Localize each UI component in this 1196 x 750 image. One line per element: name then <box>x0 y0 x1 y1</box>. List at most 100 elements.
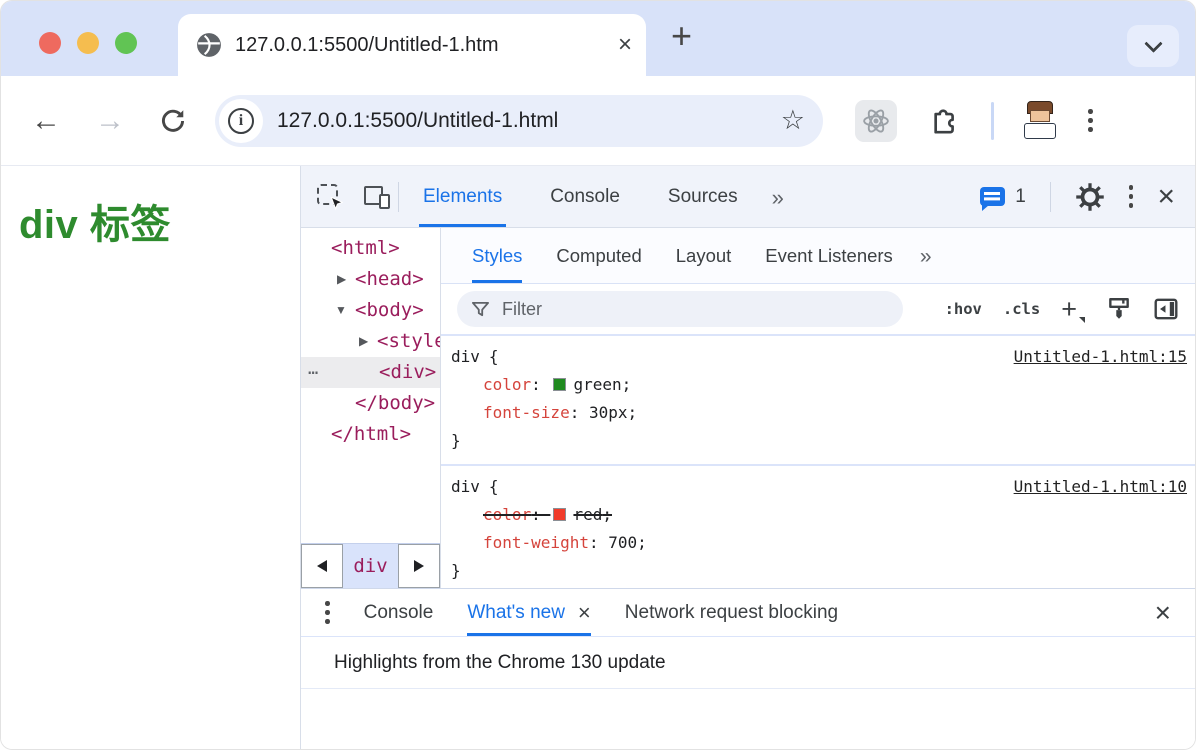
url-text[interactable]: 127.0.0.1:5500/Untitled-1.html <box>277 109 781 133</box>
node-options-icon[interactable]: … <box>308 354 319 385</box>
react-devtools-extension-button[interactable] <box>855 100 897 142</box>
minimize-window-button[interactable] <box>77 32 99 54</box>
toolbar-divider <box>991 102 994 140</box>
tree-node-body-close[interactable]: </body> <box>301 388 440 419</box>
topbar-divider <box>398 182 399 212</box>
message-bubble-icon <box>980 187 1005 206</box>
drawer-tab-close-icon[interactable]: × <box>578 602 591 624</box>
dom-tree-panel: <html> ▶ <head> ▼ <body> ▶ <style> <box>301 228 441 588</box>
styles-toolbar: Filter :hov .cls + <box>441 284 1195 336</box>
drawer-tab-whats-new[interactable]: What's new × <box>467 589 590 636</box>
browser-toolbar: ← → i 127.0.0.1:5500/Untitled-1.html ☆ <box>1 76 1195 166</box>
breadcrumb-bar: div <box>301 543 440 588</box>
profile-avatar[interactable] <box>1022 101 1058 141</box>
address-bar[interactable]: i 127.0.0.1:5500/Untitled-1.html ☆ <box>215 95 823 147</box>
drawer-tab-network-request-blocking[interactable]: Network request blocking <box>625 589 838 636</box>
tree-node-html-close[interactable]: </html> <box>301 419 440 450</box>
collapsed-arrow-icon[interactable]: ▶ <box>337 264 346 295</box>
reload-button[interactable] <box>159 107 187 135</box>
devtools-close-icon[interactable]: × <box>1157 182 1175 212</box>
topbar-divider-2 <box>1050 182 1051 212</box>
tab-computed[interactable]: Computed <box>556 228 641 283</box>
page-heading: div 标签 <box>19 192 300 250</box>
tab-title: 127.0.0.1:5500/Untitled-1.htm <box>235 34 612 57</box>
puzzle-icon <box>929 105 961 137</box>
declaration-color-green[interactable]: color: green; <box>451 371 1187 399</box>
drawer-separator <box>301 688 1195 689</box>
device-toolbar-button[interactable] <box>364 185 390 209</box>
avatar-face <box>1030 110 1050 122</box>
site-info-button[interactable]: i <box>219 99 263 143</box>
styles-panel: Styles Computed Layout Event Listeners »… <box>441 228 1195 588</box>
browser-window: 127.0.0.1:5500/Untitled-1.htm × + ← → i … <box>0 0 1196 750</box>
tab-event-listeners[interactable]: Event Listeners <box>765 228 893 283</box>
tab-styles[interactable]: Styles <box>472 228 522 283</box>
color-swatch-green[interactable] <box>553 378 566 391</box>
expanded-arrow-icon[interactable]: ▼ <box>335 295 347 326</box>
drawer-menu-button[interactable] <box>325 601 330 624</box>
styles-tabbar: Styles Computed Layout Event Listeners » <box>441 228 1195 284</box>
back-button[interactable]: ← <box>31 106 61 136</box>
source-link[interactable]: Untitled-1.html:15 <box>1014 343 1187 371</box>
collapsed-arrow-icon[interactable]: ▶ <box>359 326 368 357</box>
toggle-hover-state-button[interactable]: :hov <box>945 300 982 318</box>
drawer-close-icon[interactable]: × <box>1155 599 1171 627</box>
maximize-window-button[interactable] <box>115 32 137 54</box>
more-tabs-button[interactable]: » <box>772 166 784 227</box>
tree-node-style[interactable]: ▶ <style> <box>301 326 440 357</box>
dock-sidebar-icon[interactable] <box>1153 296 1179 322</box>
tree-node-head[interactable]: ▶ <head> <box>301 264 440 295</box>
breadcrumb-scroll-right-button[interactable] <box>398 544 440 588</box>
tab-console[interactable]: Console <box>546 166 624 227</box>
chevron-down-icon <box>1144 34 1162 52</box>
rendering-brush-icon[interactable] <box>1106 296 1132 322</box>
tab-strip: 127.0.0.1:5500/Untitled-1.htm × + <box>1 1 1195 76</box>
settings-gear-icon[interactable] <box>1075 182 1105 212</box>
more-panels-button[interactable]: » <box>920 228 932 283</box>
new-tab-button[interactable]: + <box>671 18 692 54</box>
dom-tree: <html> ▶ <head> ▼ <body> ▶ <style> <box>301 228 440 543</box>
drawer-content: Highlights from the Chrome 130 update <box>301 637 1195 750</box>
main-area: div 标签 Ele <box>1 166 1195 750</box>
color-swatch-red[interactable] <box>553 508 566 521</box>
drawer-tabbar: Console What's new × Network request blo… <box>301 589 1195 637</box>
tree-node-div-selected[interactable]: … <div> <box>301 357 440 388</box>
right-arrow-icon <box>414 560 424 572</box>
tab-close-icon[interactable]: × <box>618 33 632 57</box>
drawer-tab-console[interactable]: Console <box>364 589 434 636</box>
browser-tab[interactable]: 127.0.0.1:5500/Untitled-1.htm × <box>178 14 646 76</box>
declaration-color-red-overridden[interactable]: color: red; <box>451 501 1187 529</box>
issues-messages-button[interactable]: 1 <box>980 186 1026 208</box>
cursor-icon <box>330 197 343 211</box>
breadcrumb-item-div[interactable]: div <box>343 544 398 588</box>
source-link[interactable]: Untitled-1.html:10 <box>1014 473 1187 501</box>
browser-menu-button[interactable] <box>1088 109 1093 132</box>
tab-layout[interactable]: Layout <box>676 228 732 283</box>
toggle-class-button[interactable]: .cls <box>1003 300 1040 318</box>
tab-sources[interactable]: Sources <box>664 166 742 227</box>
close-window-button[interactable] <box>39 32 61 54</box>
left-arrow-icon <box>317 560 327 572</box>
tab-elements[interactable]: Elements <box>419 166 506 227</box>
bookmark-star-icon[interactable]: ☆ <box>781 107 805 134</box>
filter-placeholder: Filter <box>502 299 542 320</box>
breadcrumb-scroll-left-button[interactable] <box>301 544 343 588</box>
new-style-rule-button[interactable]: + <box>1061 296 1085 323</box>
info-icon: i <box>228 108 254 134</box>
inspect-element-button[interactable] <box>317 184 342 209</box>
tree-node-html[interactable]: <html> <box>301 233 440 264</box>
forward-button[interactable]: → <box>95 106 125 136</box>
tree-node-body[interactable]: ▼ <body> <box>301 295 440 326</box>
tab-search-button[interactable] <box>1127 25 1179 67</box>
whats-new-heading[interactable]: Highlights from the Chrome 130 update <box>301 637 1195 674</box>
style-filter-input[interactable]: Filter <box>457 291 903 327</box>
declaration-font-weight[interactable]: font-weight: 700; <box>451 529 1187 557</box>
devtools-menu-button[interactable] <box>1129 185 1134 208</box>
rule-selector[interactable]: div <box>451 473 480 501</box>
page-viewport: div 标签 <box>1 166 301 750</box>
rule-selector[interactable]: div <box>451 343 480 371</box>
declaration-font-size[interactable]: font-size: 30px; <box>451 399 1187 427</box>
messages-count: 1 <box>1015 186 1026 208</box>
extensions-button[interactable] <box>929 105 961 137</box>
devtools-body: <html> ▶ <head> ▼ <body> ▶ <style> <box>301 228 1195 588</box>
